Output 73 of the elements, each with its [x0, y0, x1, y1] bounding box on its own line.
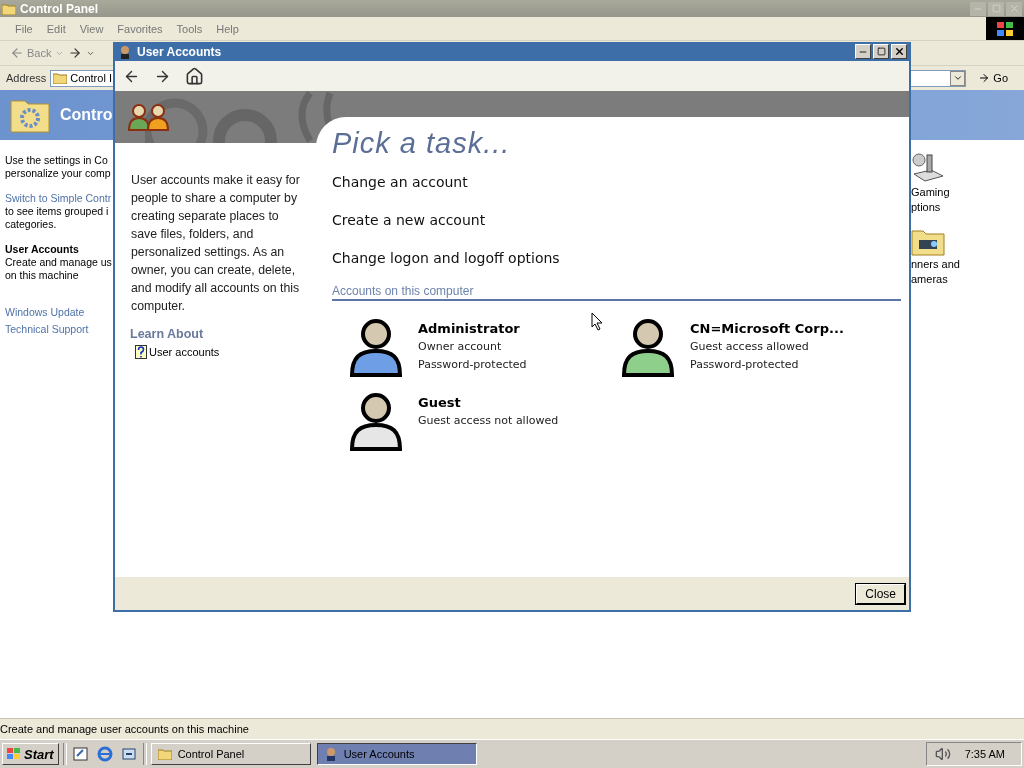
- maximize-button[interactable]: [873, 44, 889, 59]
- link[interactable]: Technical Support: [5, 323, 113, 336]
- close-button[interactable]: [891, 44, 907, 59]
- menu-item[interactable]: Favorites: [110, 22, 170, 35]
- cursor-icon: [591, 312, 603, 331]
- description-text: categories.: [5, 218, 58, 231]
- desktop-icon[interactable]: [70, 744, 91, 764]
- window-title: User Accounts: [137, 44, 222, 59]
- forward-arrow-icon[interactable]: [68, 46, 83, 60]
- section-heading: User Accounts: [5, 243, 80, 256]
- close-icon: [1008, 3, 1020, 14]
- task-link[interactable]: Change an account: [332, 174, 468, 190]
- taskbar-button[interactable]: Control Panel: [150, 743, 311, 765]
- description-text: personalize your comp: [5, 167, 112, 180]
- account-name[interactable]: Administrator: [418, 320, 527, 338]
- menu-item[interactable]: File: [8, 22, 40, 35]
- restore-icon: [991, 4, 1001, 13]
- item-label: ameras: [911, 273, 948, 286]
- folder-gear-icon: [10, 97, 50, 133]
- menu-item[interactable]: Help: [209, 22, 246, 35]
- folder-icon: [157, 748, 172, 760]
- description-text: User accounts make it easy for people to share a computer by creating separate places to save files, folders, and personalized settings. As an owner, you can create, delete, and modify all accounts on this computer.: [131, 172, 301, 315]
- go-arrow-icon: [978, 72, 991, 84]
- help-icon: [135, 345, 147, 359]
- page-heading: Pick a task...: [332, 127, 512, 160]
- status-text: Create and manage user accounts on this machine: [0, 723, 249, 735]
- account-name[interactable]: Guest: [418, 394, 559, 412]
- account-detail: Password-protected: [418, 357, 527, 373]
- caret-icon: [952, 73, 963, 83]
- task-link[interactable]: Create a new account: [332, 212, 486, 228]
- window-title: Control Panel: [20, 1, 98, 16]
- page-heading: Contro: [60, 106, 113, 124]
- folder-icon: [53, 72, 68, 84]
- menu-item[interactable]: View: [72, 22, 111, 35]
- link[interactable]: Windows Update: [5, 306, 113, 319]
- description-text: Create and manage us: [5, 256, 113, 269]
- description-text: Use the settings in Co: [5, 154, 109, 167]
- person-icon: [118, 44, 132, 59]
- people-icon: [127, 103, 171, 131]
- close-button[interactable]: Close: [856, 583, 905, 604]
- taskbar-button[interactable]: User Accounts: [316, 743, 477, 765]
- folder-camera-icon[interactable]: [911, 228, 945, 256]
- item-label: nners and: [911, 258, 960, 271]
- description-text: on this machine: [5, 269, 80, 282]
- help-link[interactable]: User accounts: [135, 345, 316, 359]
- start-button[interactable]: Start: [2, 743, 59, 765]
- item-label: ptions: [911, 201, 941, 214]
- folder-icon: [2, 2, 16, 15]
- maximize-icon: [876, 47, 886, 56]
- section-heading: Accounts on this computer: [332, 284, 901, 301]
- account-detail: Owner account: [418, 339, 503, 355]
- minimize-button[interactable]: [855, 44, 871, 59]
- dropdown-button[interactable]: [950, 70, 966, 86]
- menu-item[interactable]: Tools: [169, 22, 210, 35]
- clock: 7:35 AM: [964, 748, 1005, 760]
- item-label: Gaming: [911, 186, 950, 199]
- go-button[interactable]: Go: [978, 72, 1009, 84]
- link[interactable]: Switch to Simple Contr: [5, 192, 113, 205]
- close-icon: [893, 46, 905, 57]
- back-arrow-icon: [10, 46, 24, 60]
- account-detail: Password-protected: [690, 357, 800, 373]
- account-name[interactable]: CN=Microsoft Corp...: [690, 320, 844, 338]
- joystick-icon[interactable]: [911, 150, 945, 184]
- menu-item[interactable]: Edit: [39, 22, 73, 35]
- speaker-icon[interactable]: [934, 746, 951, 762]
- flag-logo: [986, 17, 1024, 40]
- account-detail: Guest access allowed: [690, 339, 810, 355]
- flag-logo: [7, 748, 21, 760]
- task-link[interactable]: Change logon and logoff options: [332, 250, 560, 266]
- section-heading: Learn About: [130, 327, 205, 341]
- description-text: to see items grouped i: [5, 205, 110, 218]
- address-label: Address: [6, 72, 47, 84]
- account-detail: Guest access not allowed: [418, 413, 559, 429]
